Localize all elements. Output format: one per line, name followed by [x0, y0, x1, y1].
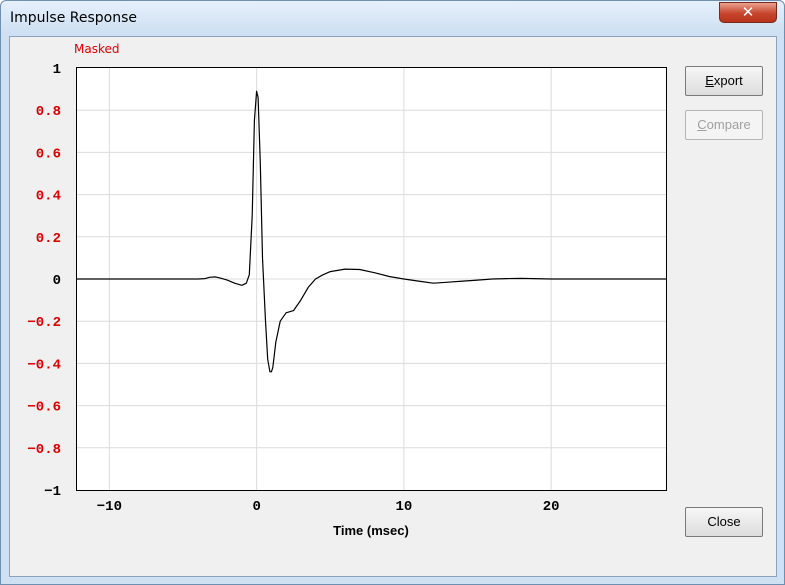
x-tick-label: 20	[543, 499, 560, 515]
export-mnemonic-label: E	[705, 73, 714, 88]
y-tick-label: 0.2	[36, 231, 61, 247]
export-button-label: xport	[713, 73, 743, 88]
y-tick-label: −1	[44, 484, 61, 500]
compare-mnemonic-label: C	[697, 117, 707, 132]
y-tick-label: −0.6	[27, 400, 61, 416]
y-tick-label: 0.8	[36, 104, 61, 120]
compare-button-label: ompare	[706, 117, 751, 132]
x-tick-label: 0	[252, 499, 260, 515]
compare-button: Compare	[685, 110, 763, 140]
x-axis-label: Time (msec)	[333, 523, 409, 538]
y-tick-label: 0	[53, 273, 61, 289]
y-tick-label: −0.4	[27, 357, 61, 373]
y-tick-label: −0.2	[27, 315, 61, 331]
y-tick-label: 1	[53, 62, 61, 78]
x-tick-label: −10	[97, 499, 122, 515]
y-tick-label: −0.8	[27, 442, 61, 458]
y-tick-label: 0.6	[36, 146, 61, 162]
x-tick-label: 10	[395, 499, 412, 515]
y-tick-label: 0.4	[36, 189, 61, 205]
close-button[interactable]: Close	[685, 507, 763, 537]
export-button[interactable]: Export	[685, 66, 763, 96]
impulse-response-trace	[77, 90, 666, 373]
impulse-response-chart: 1 0.8 0.6 0.4 0.2 0 −0.2 −0.4 −0.6 −0.8 −1 −10 0 10 20…	[27, 62, 666, 538]
